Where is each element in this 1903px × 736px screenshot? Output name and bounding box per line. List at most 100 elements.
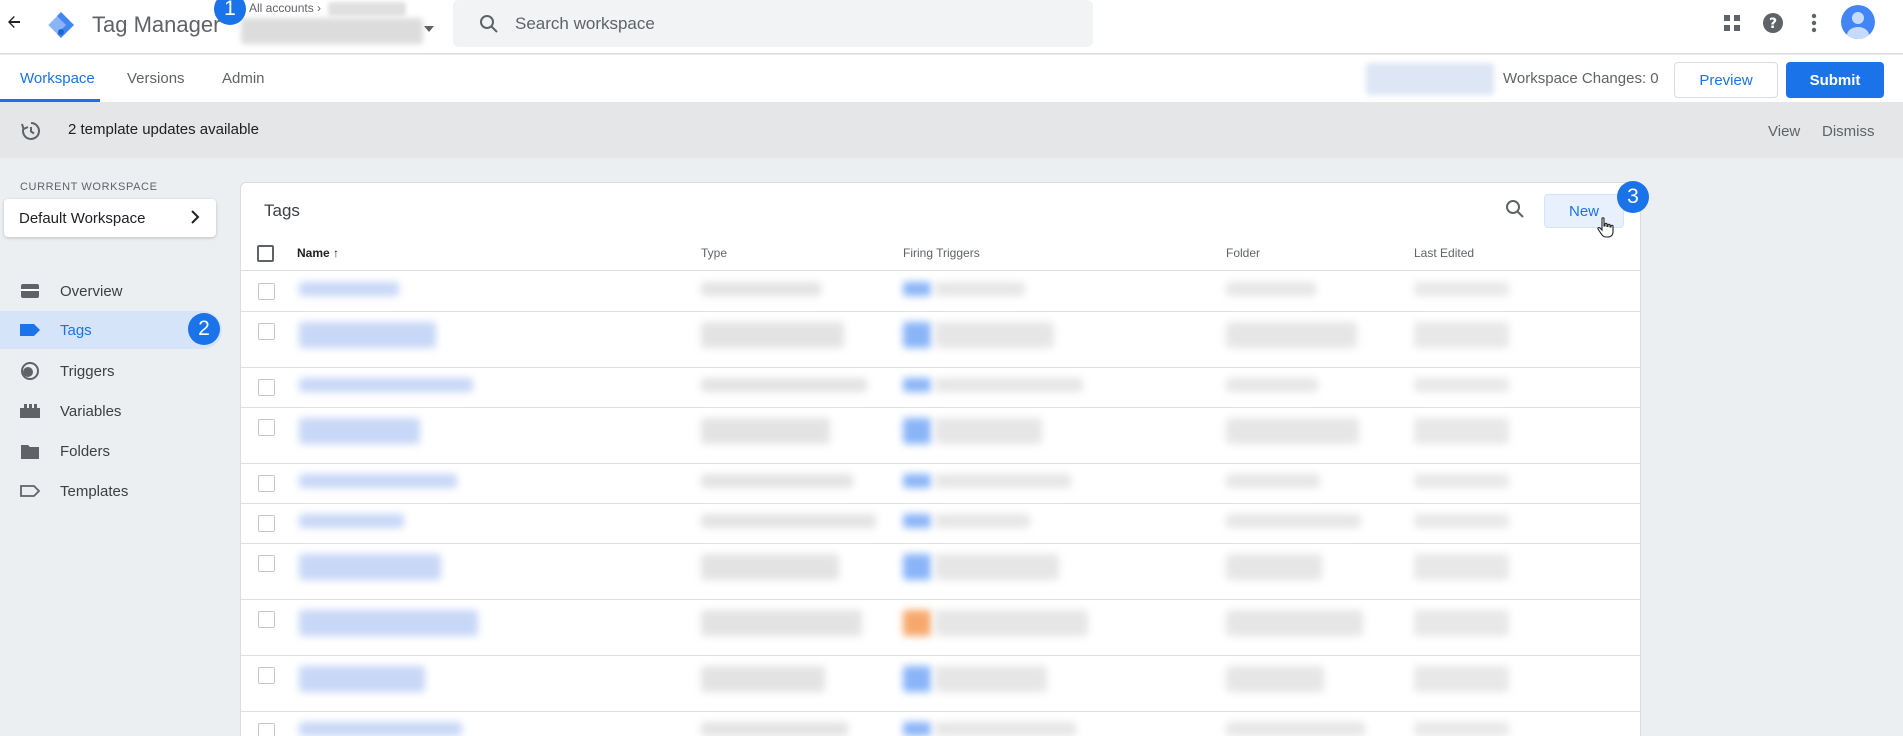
chevron-right-icon (191, 210, 200, 224)
row-checkbox[interactable] (258, 667, 275, 684)
last-edited-redacted (1414, 418, 1509, 444)
column-header-firing-triggers[interactable]: Firing Triggers (903, 246, 980, 260)
last-edited-redacted (1414, 666, 1509, 692)
last-edited-redacted (1414, 378, 1509, 392)
trigger-name-redacted (935, 666, 1047, 692)
view-updates-link[interactable]: View (1768, 123, 1800, 140)
sidebar-item-label: Templates (60, 482, 129, 500)
select-all-checkbox[interactable] (257, 245, 274, 262)
sidebar-item-templates[interactable]: Templates (0, 472, 222, 510)
last-edited-redacted (1414, 282, 1509, 296)
tab-admin[interactable]: Admin (222, 70, 265, 87)
row-checkbox[interactable] (258, 419, 275, 436)
more-vert-icon[interactable] (1801, 10, 1827, 36)
accounts-breadcrumb[interactable]: All accounts › (249, 1, 321, 15)
row-checkbox[interactable] (258, 515, 275, 532)
table-row[interactable] (241, 712, 1640, 736)
container-selector-redacted[interactable] (241, 18, 423, 44)
row-checkbox[interactable] (258, 723, 275, 736)
tag-type-redacted (701, 722, 848, 736)
last-edited-redacted (1414, 474, 1509, 488)
trigger-chip-redacted (903, 514, 931, 528)
row-checkbox[interactable] (258, 379, 275, 396)
sidebar-item-variables[interactable]: Variables (0, 392, 222, 430)
table-row[interactable] (241, 544, 1640, 600)
table-row[interactable] (241, 464, 1640, 504)
template-updates-banner: 2 template updates available View Dismis… (0, 102, 1903, 158)
current-workspace-label: CURRENT WORKSPACE (20, 181, 158, 193)
row-checkbox[interactable] (258, 611, 275, 628)
tab-versions[interactable]: Versions (127, 70, 185, 87)
folder-redacted (1226, 322, 1357, 348)
tags-table-card: Tags New Name ↑ Type Firing Triggers Fol… (240, 182, 1641, 736)
folder-icon (20, 441, 40, 461)
workspace-nav-bar: Workspace Versions Admin Workspace Chang… (0, 55, 1903, 102)
tag-name-redacted[interactable] (299, 474, 457, 488)
table-row[interactable] (241, 312, 1640, 368)
accounts-label[interactable]: All accounts (249, 1, 314, 15)
tag-name-redacted[interactable] (299, 722, 462, 736)
row-checkbox[interactable] (258, 555, 275, 572)
help-icon[interactable]: ? (1760, 10, 1786, 36)
tag-name-redacted[interactable] (299, 418, 420, 444)
table-row[interactable] (241, 368, 1640, 408)
tag-type-redacted (701, 418, 830, 444)
folder-redacted (1226, 378, 1318, 392)
row-checkbox[interactable] (258, 475, 275, 492)
table-row[interactable] (241, 408, 1640, 464)
trigger-icon (20, 361, 40, 381)
sidebar-item-folders[interactable]: Folders (0, 432, 222, 470)
step-marker-3: 3 (1617, 181, 1649, 213)
back-arrow-icon[interactable] (2, 10, 26, 34)
tag-manager-logo (46, 10, 76, 40)
trigger-name-redacted (935, 378, 1083, 392)
folder-redacted (1226, 514, 1361, 528)
tag-type-redacted (701, 282, 821, 296)
tag-name-redacted[interactable] (299, 554, 441, 580)
search-icon[interactable] (1505, 199, 1525, 219)
submit-button[interactable]: Submit (1786, 62, 1884, 98)
dismiss-updates-link[interactable]: Dismiss (1822, 123, 1875, 140)
variables-icon (20, 401, 40, 421)
tag-name-redacted[interactable] (299, 610, 478, 636)
folder-redacted (1226, 418, 1359, 444)
column-header-last-edited[interactable]: Last Edited (1414, 246, 1474, 260)
folder-redacted (1226, 282, 1316, 296)
preview-button[interactable]: Preview (1674, 62, 1778, 98)
column-header-type[interactable]: Type (701, 246, 727, 260)
account-avatar[interactable] (1841, 5, 1875, 39)
table-row[interactable] (241, 600, 1640, 656)
tag-type-redacted (701, 474, 853, 488)
tag-name-redacted[interactable] (299, 514, 404, 528)
search-bar[interactable] (453, 0, 1093, 47)
hand-cursor-icon (1597, 217, 1614, 238)
tag-name-redacted[interactable] (299, 322, 436, 348)
search-input[interactable] (515, 13, 1075, 34)
tag-name-redacted[interactable] (299, 666, 425, 692)
trigger-name-redacted (935, 722, 1076, 736)
sidebar-item-overview[interactable]: Overview (0, 272, 222, 310)
column-header-name[interactable]: Name ↑ (297, 246, 339, 260)
table-row[interactable] (241, 656, 1640, 712)
last-edited-redacted (1414, 554, 1509, 580)
app-title: Tag Manager (92, 12, 221, 37)
row-checkbox[interactable] (258, 323, 275, 340)
tag-type-redacted (701, 610, 862, 636)
sidebar-item-triggers[interactable]: Triggers (0, 352, 222, 390)
folder-redacted (1226, 722, 1365, 736)
caret-down-icon[interactable] (424, 26, 434, 32)
trigger-name-redacted (935, 418, 1042, 444)
column-header-folder[interactable]: Folder (1226, 246, 1260, 260)
tag-type-redacted (701, 378, 867, 392)
tab-workspace[interactable]: Workspace (20, 70, 95, 87)
table-row[interactable] (241, 272, 1640, 312)
tag-name-redacted[interactable] (299, 282, 399, 296)
folder-redacted (1226, 666, 1324, 692)
table-row[interactable] (241, 504, 1640, 544)
folder-redacted (1226, 474, 1320, 488)
apps-grid-icon[interactable] (1719, 10, 1745, 36)
tag-name-redacted[interactable] (299, 378, 473, 392)
workspace-selector[interactable]: Default Workspace (4, 199, 216, 237)
row-checkbox[interactable] (258, 283, 275, 300)
sidebar-item-label: Variables (60, 402, 122, 420)
